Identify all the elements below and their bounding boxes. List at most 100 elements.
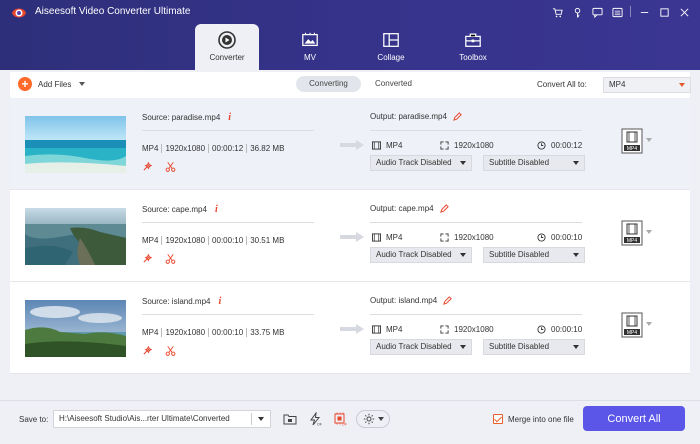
tab-converted[interactable]: Converted	[361, 76, 426, 92]
open-folder-button[interactable]	[281, 410, 299, 428]
checkbox-checked-icon[interactable]	[493, 414, 503, 424]
chevron-down-icon	[460, 345, 466, 349]
rename-pencil-icon[interactable]	[453, 112, 462, 121]
info-icon[interactable]: i	[215, 204, 218, 215]
arrow-right-icon	[340, 232, 364, 242]
edit-effects-icon[interactable]	[142, 161, 153, 172]
audio-track-value: Audio Track Disabled	[376, 158, 452, 167]
source-duration: 00:00:12	[209, 144, 248, 153]
close-icon[interactable]	[674, 4, 694, 20]
edit-effects-icon[interactable]	[142, 253, 153, 264]
source-meta: MP4 1920x1080 00:00:10 33.75 MB	[142, 328, 287, 337]
tab-mv[interactable]: MV	[278, 24, 342, 70]
video-thumbnail[interactable]	[25, 116, 126, 173]
arrow-right-icon	[340, 324, 364, 334]
format-mp4-icon[interactable]: MP4	[621, 128, 643, 154]
audio-track-select[interactable]: Audio Track Disabled	[370, 247, 472, 263]
footer-bar: Save to: H:\Aiseesoft Studio\Ais...rter …	[0, 400, 700, 444]
chevron-down-icon	[573, 345, 579, 349]
key-icon[interactable]	[567, 4, 587, 20]
info-icon[interactable]: i	[218, 296, 221, 307]
convert-all-format-select[interactable]: MP4	[603, 77, 691, 93]
gpu-acceleration-button[interactable]: OFF	[331, 410, 349, 428]
convert-all-button[interactable]: Convert All	[583, 406, 685, 431]
save-path-select[interactable]: H:\Aiseesoft Studio\Ais...rter Ultimate\…	[53, 410, 271, 428]
output-duration: 00:00:10	[551, 233, 583, 242]
rename-pencil-icon[interactable]	[439, 204, 449, 213]
clock-icon	[537, 141, 546, 150]
menu-icon[interactable]	[607, 4, 627, 20]
mv-icon	[300, 30, 320, 50]
clock-icon	[537, 325, 546, 334]
chevron-down-icon[interactable]	[646, 230, 652, 234]
add-files-label: Add Files	[38, 79, 72, 89]
subtitle-value: Subtitle Disabled	[489, 342, 550, 351]
info-icon[interactable]: i	[228, 112, 231, 123]
scissors-icon[interactable]	[165, 253, 176, 264]
subtitle-select[interactable]: Subtitle Disabled	[483, 247, 585, 263]
minimize-icon[interactable]	[634, 4, 654, 20]
file-row[interactable]: Source: cape.mp4 i MP4 1920x1080 00:00:1…	[10, 190, 690, 282]
audio-track-value: Audio Track Disabled	[376, 250, 452, 259]
settings-button[interactable]	[356, 410, 390, 428]
tab-mv-label: MV	[304, 53, 316, 62]
subtitle-select[interactable]: Subtitle Disabled	[483, 339, 585, 355]
chevron-down-icon[interactable]	[646, 138, 652, 142]
merge-label: Merge into one file	[508, 414, 574, 424]
audio-track-value: Audio Track Disabled	[376, 342, 452, 351]
output-filename: Output: island.mp4	[370, 296, 438, 305]
source-format: MP4	[142, 144, 163, 153]
tab-toolbox-label: Toolbox	[459, 53, 487, 62]
scissors-icon[interactable]	[165, 345, 176, 356]
rename-pencil-icon[interactable]	[443, 296, 452, 305]
tab-converting[interactable]: Converting	[296, 76, 361, 92]
chevron-down-icon[interactable]	[79, 82, 86, 86]
gpu-off-icon: OFF	[334, 412, 347, 427]
source-format: MP4	[142, 236, 163, 245]
edit-effects-icon[interactable]	[142, 345, 153, 356]
file-row[interactable]: Source: paradise.mp4 i MP4 1920x1080 00:…	[10, 98, 690, 190]
plus-icon: +	[18, 77, 32, 91]
source-meta: MP4 1920x1080 00:00:10 30.51 MB	[142, 236, 287, 245]
cart-icon[interactable]	[547, 4, 567, 20]
video-thumbnail[interactable]	[25, 208, 126, 265]
source-resolution: 1920x1080	[162, 236, 210, 245]
video-thumbnail[interactable]	[25, 300, 126, 357]
hardware-acceleration-button[interactable]: OFF	[306, 410, 324, 428]
toolbar: + Add Files Converting Converted Convert…	[10, 72, 691, 98]
format-mp4-icon[interactable]: MP4	[621, 220, 643, 246]
svg-text:OFF: OFF	[342, 423, 347, 427]
converter-icon	[217, 30, 237, 50]
source-resolution: 1920x1080	[162, 144, 210, 153]
output-filename: Output: cape.mp4	[370, 204, 434, 213]
chevron-down-icon	[460, 253, 466, 257]
output-resolution: 1920x1080	[454, 233, 494, 242]
tab-converter-label: Converter	[209, 53, 245, 62]
format-badge: MP4	[627, 330, 638, 336]
file-list: Source: paradise.mp4 i MP4 1920x1080 00:…	[10, 98, 690, 374]
audio-track-select[interactable]: Audio Track Disabled	[370, 339, 472, 355]
collage-icon	[381, 30, 401, 50]
merge-checkbox[interactable]: Merge into one file	[493, 414, 574, 424]
subtitle-select[interactable]: Subtitle Disabled	[483, 155, 585, 171]
lightning-off-icon: OFF	[310, 412, 322, 426]
app-logo-icon	[12, 8, 26, 18]
source-resolution: 1920x1080	[162, 328, 210, 337]
output-duration: 00:00:12	[551, 141, 583, 150]
tab-toolbox[interactable]: Toolbox	[441, 24, 505, 70]
maximize-icon[interactable]	[654, 4, 674, 20]
save-path-value: H:\Aiseesoft Studio\Ais...rter Ultimate\…	[59, 414, 230, 423]
chevron-down-icon	[573, 161, 579, 165]
format-mp4-icon[interactable]: MP4	[621, 312, 643, 338]
save-to-label: Save to:	[19, 415, 49, 424]
add-files-button[interactable]: + Add Files	[18, 77, 86, 91]
tab-collage[interactable]: Collage	[359, 24, 423, 70]
chevron-down-icon[interactable]	[646, 322, 652, 326]
scissors-icon[interactable]	[165, 161, 176, 172]
chevron-down-icon	[679, 83, 685, 87]
chat-icon[interactable]	[587, 4, 607, 20]
tab-converter[interactable]: Converter	[195, 24, 259, 70]
file-row[interactable]: Source: island.mp4 i MP4 1920x1080 00:00…	[10, 282, 690, 374]
audio-track-select[interactable]: Audio Track Disabled	[370, 155, 472, 171]
source-filename: Source: cape.mp4	[142, 205, 207, 214]
